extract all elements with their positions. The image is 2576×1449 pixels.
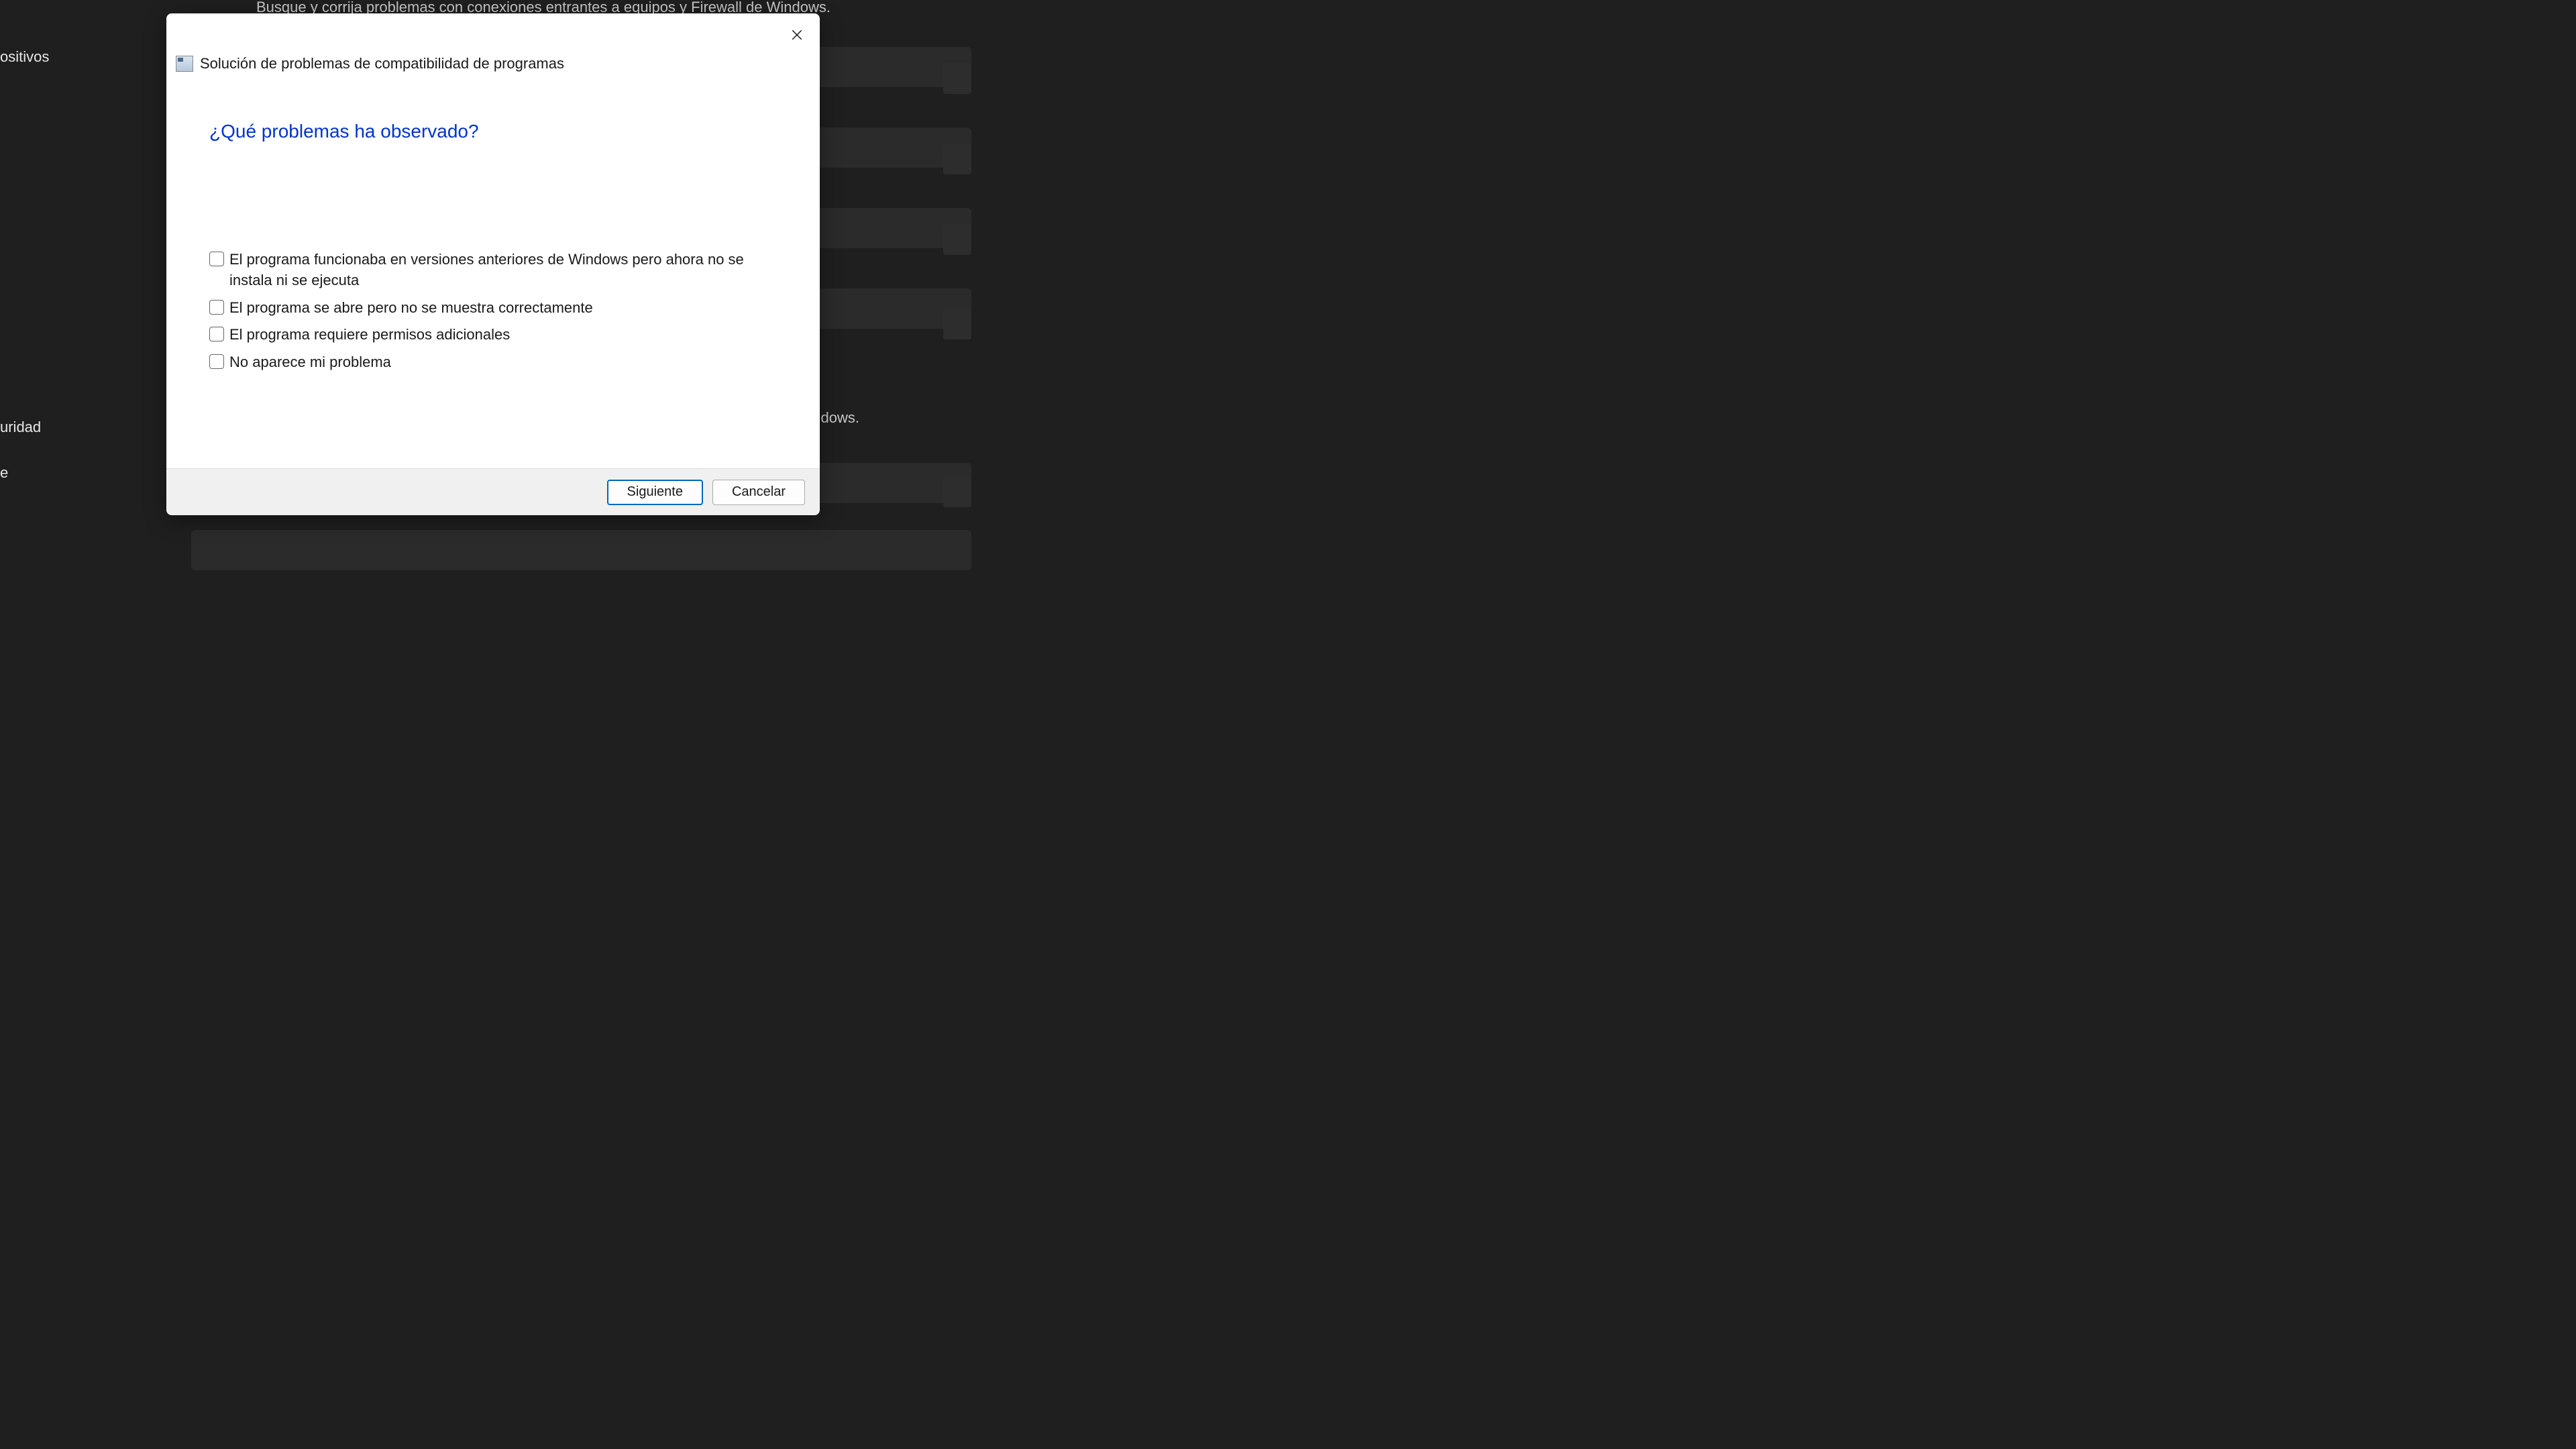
sidebar-item-devices[interactable]: ositivos (0, 40, 49, 74)
dialog-header (166, 13, 820, 51)
close-icon (791, 29, 803, 41)
dialog-title-row: Solución de problemas de compatibilidad … (176, 55, 564, 72)
option-not-listed[interactable]: No aparece mi problema (209, 352, 780, 373)
options-list: El programa funcionaba en versiones ante… (209, 250, 780, 373)
checkbox[interactable] (209, 354, 224, 369)
sidebar-item-other[interactable]: e (0, 456, 8, 490)
sidebar-item-security[interactable]: uridad (0, 411, 41, 444)
bg-panel (191, 530, 971, 570)
bg-run-button[interactable] (943, 476, 971, 507)
checkbox[interactable] (209, 300, 224, 315)
dialog-title: Solución de problemas de compatibilidad … (200, 55, 564, 72)
bg-right-text: dows. (821, 409, 859, 427)
bg-run-button[interactable] (943, 309, 971, 339)
option-permissions[interactable]: El programa requiere permisos adicionale… (209, 325, 780, 345)
bg-run-button[interactable] (943, 63, 971, 94)
option-label: No aparece mi problema (229, 352, 391, 373)
option-previous-version[interactable]: El programa funcionaba en versiones ante… (209, 250, 780, 291)
cancel-button[interactable]: Cancelar (712, 480, 805, 505)
option-label: El programa requiere permisos adicionale… (229, 325, 510, 345)
checkbox[interactable] (209, 327, 224, 341)
option-label: El programa funcionaba en versiones ante… (229, 250, 780, 291)
next-button[interactable]: Siguiente (607, 480, 703, 505)
troubleshooter-icon (176, 56, 193, 72)
option-display-issue[interactable]: El programa se abre pero no se muestra c… (209, 298, 780, 319)
dialog-footer: Siguiente Cancelar (166, 468, 820, 515)
dialog-body: ¿Qué problemas ha observado? El programa… (166, 51, 820, 468)
compatibility-troubleshooter-dialog: Solución de problemas de compatibilidad … (166, 13, 820, 515)
close-button[interactable] (784, 23, 810, 47)
option-label: El programa se abre pero no se muestra c… (229, 298, 593, 319)
bg-run-button[interactable] (943, 224, 971, 255)
checkbox[interactable] (209, 252, 224, 266)
bg-run-button[interactable] (943, 144, 971, 174)
dialog-question: ¿Qué problemas ha observado? (209, 121, 780, 142)
